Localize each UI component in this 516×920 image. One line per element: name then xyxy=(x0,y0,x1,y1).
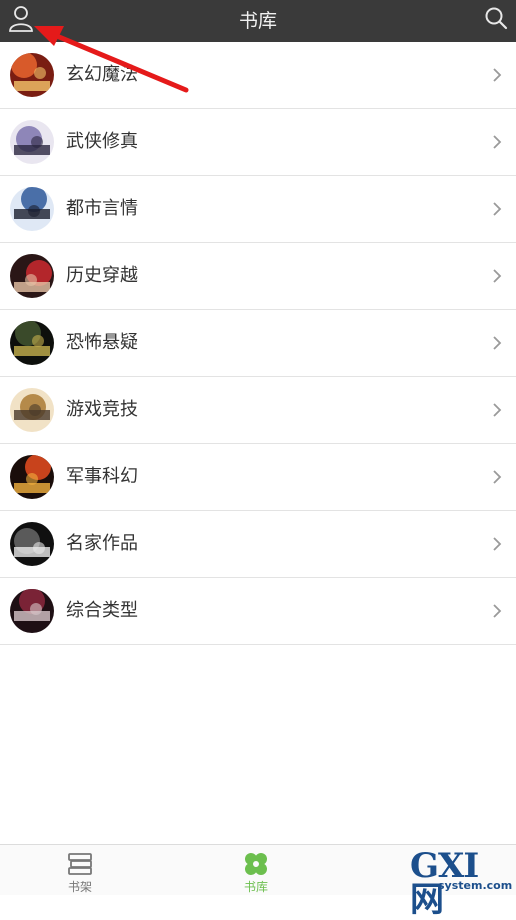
category-cover-image xyxy=(10,53,54,97)
chevron-right-icon xyxy=(493,269,502,283)
category-label: 历史穿越 xyxy=(66,265,138,286)
category-cover-image xyxy=(10,187,54,231)
category-row[interactable]: 军事科幻 xyxy=(0,444,516,511)
category-row[interactable]: 玄幻魔法 xyxy=(0,42,516,109)
category-row[interactable]: 综合类型 xyxy=(0,578,516,645)
top-bar: 书库 xyxy=(0,0,516,42)
category-cover-image xyxy=(10,120,54,164)
tab-label: 书架 xyxy=(67,880,92,894)
category-label: 武侠修真 xyxy=(66,131,138,152)
category-cover-image xyxy=(10,388,54,432)
watermark-domain: system.com xyxy=(438,879,513,892)
category-label: 玄幻魔法 xyxy=(66,64,138,85)
category-row[interactable]: 名家作品 xyxy=(0,511,516,578)
chevron-right-icon xyxy=(493,604,502,618)
category-cover-image xyxy=(10,589,54,633)
category-cover-image xyxy=(10,321,54,365)
category-label: 综合类型 xyxy=(66,600,138,621)
clover-icon xyxy=(245,853,267,875)
page-title: 书库 xyxy=(238,10,277,32)
category-label: 恐怖悬疑 xyxy=(66,332,138,353)
tab-label: 书库 xyxy=(243,880,268,894)
chevron-right-icon xyxy=(493,68,502,82)
chevron-right-icon xyxy=(493,135,502,149)
bottom-tab-bar: 书架 书库 GXI网 system.com xyxy=(0,844,516,917)
chevron-right-icon xyxy=(493,470,502,484)
site-watermark: GXI网 system.com xyxy=(410,849,513,917)
chevron-right-icon xyxy=(493,202,502,216)
category-cover-image xyxy=(10,254,54,298)
chevron-right-icon xyxy=(493,336,502,350)
category-row[interactable]: 游戏竞技 xyxy=(0,377,516,444)
tab-bookshelf[interactable]: 书架 xyxy=(30,845,130,895)
search-icon[interactable] xyxy=(484,6,508,30)
category-label: 都市言情 xyxy=(66,198,138,219)
tab-library[interactable]: 书库 xyxy=(206,845,306,895)
category-row[interactable]: 历史穿越 xyxy=(0,243,516,310)
category-label: 名家作品 xyxy=(66,533,138,554)
category-cover-image xyxy=(10,455,54,499)
chevron-right-icon xyxy=(493,403,502,417)
category-row[interactable]: 恐怖悬疑 xyxy=(0,310,516,377)
category-row[interactable]: 武侠修真 xyxy=(0,109,516,176)
category-list: 玄幻魔法武侠修真都市言情历史穿越恐怖悬疑游戏竞技军事科幻名家作品综合类型 xyxy=(0,42,516,645)
category-row[interactable]: 都市言情 xyxy=(0,176,516,243)
category-label: 游戏竞技 xyxy=(66,399,138,420)
category-label: 军事科幻 xyxy=(66,466,138,487)
chevron-right-icon xyxy=(493,537,502,551)
category-cover-image xyxy=(10,522,54,566)
bookshelf-icon xyxy=(68,853,92,875)
